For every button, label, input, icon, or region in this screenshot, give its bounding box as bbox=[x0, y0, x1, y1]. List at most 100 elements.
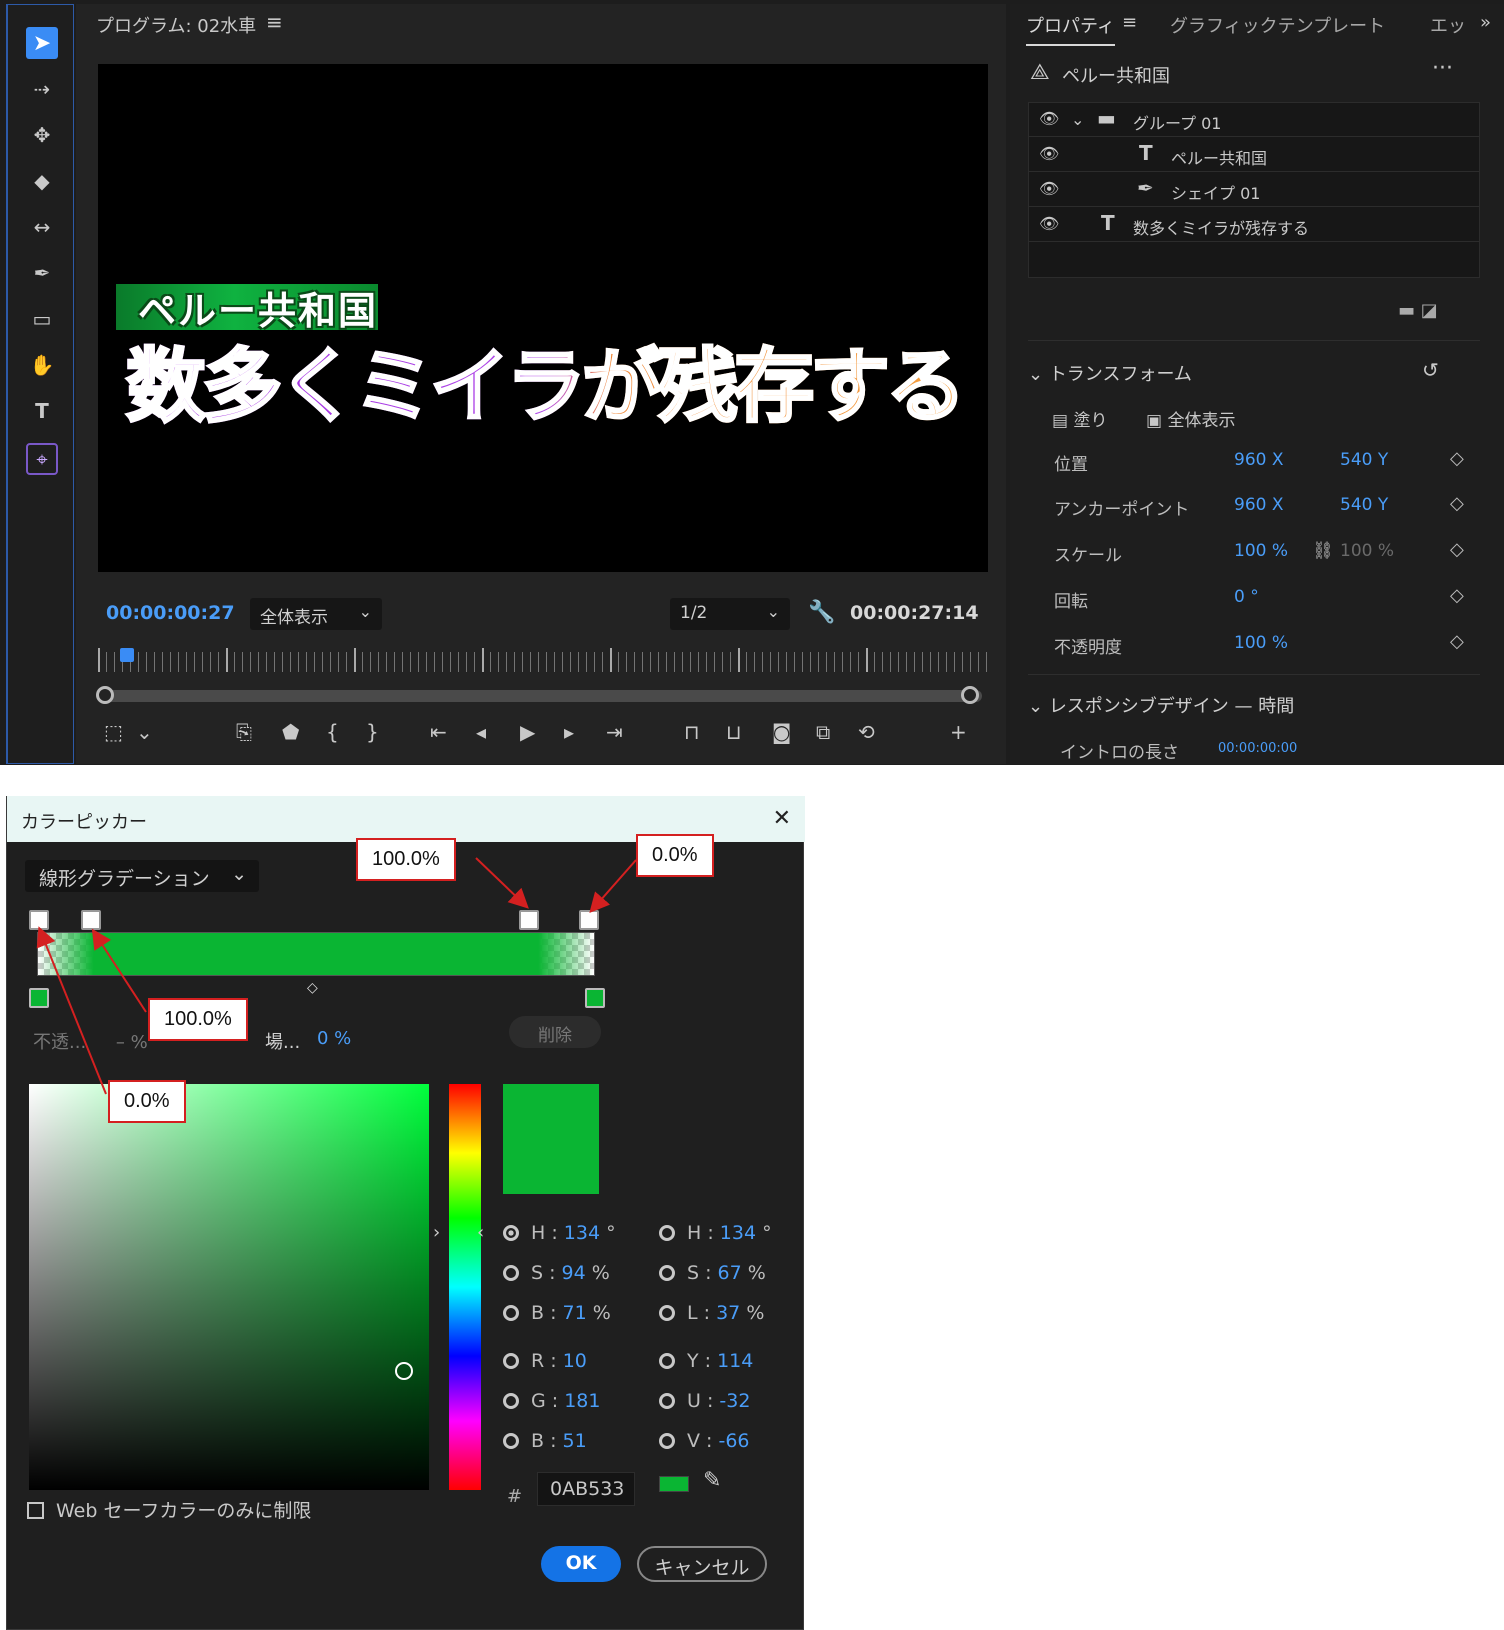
field-value[interactable]: 114 bbox=[717, 1350, 753, 1372]
chevron-down-icon[interactable]: ⌄ bbox=[136, 720, 153, 744]
fit-option[interactable]: ▣ 全体表示 bbox=[1146, 406, 1235, 431]
color-stop[interactable] bbox=[585, 988, 605, 1008]
go-to-in-icon[interactable]: ⇤ bbox=[430, 720, 447, 744]
hand-tool-icon[interactable]: ✋ bbox=[26, 349, 58, 381]
radio-icon[interactable] bbox=[659, 1225, 675, 1241]
wrench-icon[interactable]: 🔧 bbox=[808, 600, 835, 625]
hue-slider[interactable] bbox=[449, 1084, 481, 1490]
ripple-edit-tool-icon[interactable]: ✥ bbox=[26, 119, 58, 151]
go-to-out-icon[interactable]: ⇥ bbox=[606, 720, 623, 744]
eye-icon[interactable]: 👁 bbox=[1039, 179, 1059, 198]
field-value[interactable]: 181 bbox=[564, 1390, 600, 1412]
scale-value[interactable]: 100 % bbox=[1234, 541, 1288, 561]
rotation-value[interactable]: 0 ° bbox=[1234, 587, 1259, 607]
eye-icon[interactable]: 👁 bbox=[1039, 144, 1059, 163]
more-tabs-icon[interactable]: » bbox=[1480, 12, 1491, 33]
radio-icon[interactable] bbox=[659, 1393, 675, 1409]
yuv-y-field[interactable]: Y : 114 bbox=[659, 1350, 753, 1376]
step-back-icon[interactable]: ◂ bbox=[476, 720, 486, 744]
field-value[interactable]: 10 bbox=[563, 1350, 587, 1372]
field-value[interactable]: 134 bbox=[564, 1222, 600, 1244]
radio-icon[interactable] bbox=[503, 1393, 519, 1409]
resolution-select[interactable]: 1/2 ⌄ bbox=[670, 598, 790, 630]
hue-slider-left-arrow-icon[interactable]: › bbox=[433, 1222, 440, 1243]
eye-icon[interactable]: 👁 bbox=[1039, 214, 1059, 233]
layer-row[interactable]: 👁 T ペルー共和国 bbox=[1029, 138, 1479, 172]
anchor-x[interactable]: 960 X bbox=[1234, 495, 1284, 515]
link-icon[interactable]: ⛓ bbox=[1312, 541, 1334, 561]
radio-icon[interactable] bbox=[659, 1353, 675, 1369]
scrollbar-right-handle[interactable] bbox=[961, 686, 979, 704]
field-value[interactable]: 37 bbox=[716, 1302, 740, 1324]
keyframe-icon[interactable]: ◇ bbox=[1450, 631, 1464, 652]
rgb-b-field[interactable]: B : 51 bbox=[503, 1430, 587, 1456]
hsl-s-field[interactable]: S : 67 % bbox=[659, 1262, 766, 1288]
pen-tool-icon[interactable]: ✒ bbox=[26, 257, 58, 289]
rgb-r-field[interactable]: R : 10 bbox=[503, 1350, 587, 1376]
reset-icon[interactable]: ↺ bbox=[1422, 358, 1439, 382]
yuv-u-field[interactable]: U : -32 bbox=[659, 1390, 750, 1416]
compare-view-icon[interactable]: ⧉ bbox=[816, 720, 830, 744]
slip-tool-icon[interactable]: ↔ bbox=[26, 211, 58, 243]
radio-icon[interactable] bbox=[503, 1305, 519, 1321]
radio-icon[interactable] bbox=[503, 1353, 519, 1369]
field-value[interactable]: -66 bbox=[718, 1430, 749, 1452]
field-value[interactable]: 134 bbox=[720, 1222, 756, 1244]
selection-tool-icon[interactable]: ➤ bbox=[26, 27, 58, 59]
eye-icon[interactable]: 👁 bbox=[1039, 109, 1059, 128]
zoom-select[interactable]: 全体表示 ⌄ bbox=[250, 598, 382, 630]
extract-frame-icon[interactable]: ⎘ bbox=[236, 720, 252, 744]
opacity-stop[interactable] bbox=[81, 910, 101, 930]
gradient-type-select[interactable]: 線形グラデーション ⌄ bbox=[25, 860, 259, 892]
extract-icon[interactable]: ⊔ bbox=[726, 720, 742, 744]
play-icon[interactable]: ▶ bbox=[520, 720, 535, 744]
track-text-tool-icon[interactable]: ⌖ bbox=[26, 443, 58, 475]
responsive-section-header[interactable]: ⌄ レスポンシブデザイン — 時間 bbox=[1028, 692, 1294, 718]
delete-button[interactable]: 削除 bbox=[509, 1016, 601, 1048]
chevron-down-icon[interactable]: ⌄ bbox=[1071, 110, 1084, 129]
type-tool-icon[interactable]: T bbox=[26, 395, 58, 427]
field-value[interactable]: 71 bbox=[563, 1302, 587, 1324]
opacity-value[interactable]: – % bbox=[116, 1032, 148, 1053]
position-y[interactable]: 540 Y bbox=[1340, 450, 1388, 470]
radio-icon[interactable] bbox=[503, 1225, 519, 1241]
checkbox-icon[interactable] bbox=[27, 1502, 44, 1519]
field-value[interactable]: -32 bbox=[719, 1390, 750, 1412]
radio-icon[interactable] bbox=[659, 1433, 675, 1449]
field-value[interactable]: 67 bbox=[718, 1262, 742, 1284]
current-timecode[interactable]: 00:00:00:27 bbox=[106, 602, 235, 624]
zoom-scrollbar[interactable] bbox=[102, 690, 982, 702]
fill-option[interactable]: ▤ 塗り bbox=[1052, 406, 1107, 431]
eyedropper-icon[interactable]: ✎ bbox=[703, 1468, 721, 1493]
close-icon[interactable]: ✕ bbox=[773, 806, 791, 831]
opacity-value[interactable]: 100 % bbox=[1234, 633, 1288, 653]
rectangle-tool-icon[interactable]: ▭ bbox=[26, 303, 58, 335]
tab-graphic-templates[interactable]: グラフィックテンプレート bbox=[1170, 12, 1385, 38]
hsb-b-field[interactable]: B : 71 % bbox=[503, 1302, 611, 1328]
vr-icon[interactable]: ⟲ bbox=[858, 720, 875, 744]
hex-input[interactable]: 0AB533 bbox=[537, 1472, 635, 1506]
websafe-checkbox[interactable]: Web セーフカラーのみに制限 bbox=[27, 1496, 311, 1523]
gradient-bar[interactable] bbox=[37, 932, 595, 976]
transform-section-header[interactable]: ⌄ トランスフォーム bbox=[1028, 360, 1192, 386]
hsb-s-field[interactable]: S : 94 % bbox=[503, 1262, 610, 1288]
razor-tool-icon[interactable]: ◆ bbox=[26, 165, 58, 197]
opacity-stop[interactable] bbox=[29, 910, 49, 930]
hsl-h-field[interactable]: H : 134 ° bbox=[659, 1222, 772, 1248]
hsb-h-field[interactable]: H : 134 ° bbox=[503, 1222, 616, 1248]
saturation-brightness-field[interactable] bbox=[29, 1084, 429, 1490]
midpoint-diamond-icon[interactable]: ◇ bbox=[307, 980, 318, 996]
add-marker-icon[interactable]: ⬟ bbox=[282, 720, 299, 744]
keyframe-icon[interactable]: ◇ bbox=[1450, 448, 1464, 469]
radio-icon[interactable] bbox=[659, 1265, 675, 1281]
scrollbar-left-handle[interactable] bbox=[96, 686, 114, 704]
safe-margins-icon[interactable]: ⬚ bbox=[104, 720, 123, 744]
hue-slider-right-arrow-icon[interactable]: ‹ bbox=[477, 1222, 484, 1243]
field-value[interactable]: 94 bbox=[562, 1262, 586, 1284]
step-forward-icon[interactable]: ▸ bbox=[564, 720, 574, 744]
camera-icon[interactable]: ◙ bbox=[772, 720, 791, 744]
mark-in-icon[interactable]: { bbox=[326, 720, 339, 744]
keyframe-icon[interactable]: ◇ bbox=[1450, 493, 1464, 514]
ok-button[interactable]: OK bbox=[541, 1546, 621, 1582]
keyframe-icon[interactable]: ◇ bbox=[1450, 539, 1464, 560]
